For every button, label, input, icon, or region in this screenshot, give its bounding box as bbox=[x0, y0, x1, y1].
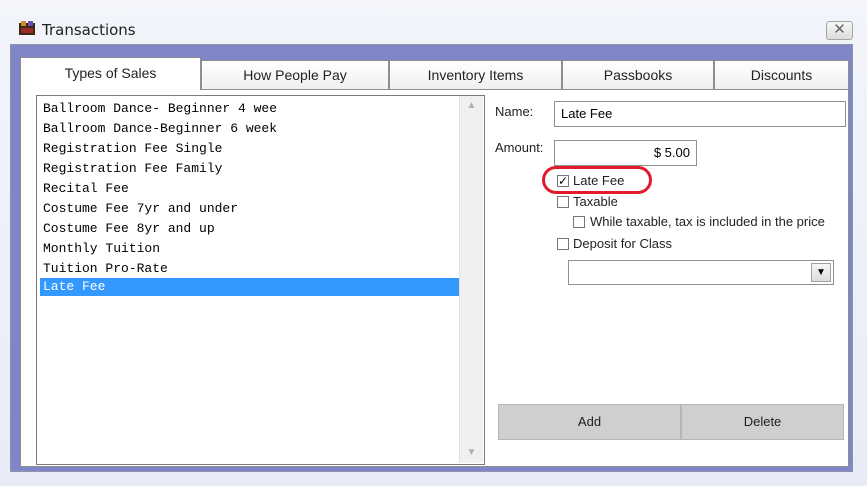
tab-types-of-sales[interactable]: Types of Sales bbox=[20, 57, 201, 90]
tab-inventory-items[interactable]: Inventory Items bbox=[389, 60, 562, 89]
list-item[interactable]: Monthly Tuition bbox=[40, 240, 460, 258]
film-reel-icon bbox=[19, 21, 35, 35]
scroll-down-icon[interactable]: ▼ bbox=[460, 443, 483, 463]
list-item[interactable]: Costume Fee 8yr and up bbox=[40, 220, 460, 238]
transactions-window: Transactions ✕ Types of Sales How People… bbox=[0, 0, 867, 486]
deposit-label: Deposit for Class bbox=[573, 236, 672, 251]
list-item[interactable]: Ballroom Dance-Beginner 6 week bbox=[40, 120, 460, 138]
list-item[interactable]: Costume Fee 7yr and under bbox=[40, 200, 460, 218]
sales-type-list[interactable]: Ballroom Dance- Beginner 4 wee Ballroom … bbox=[36, 95, 485, 465]
list-item-selected[interactable]: Late Fee bbox=[40, 278, 460, 296]
list-item[interactable]: Registration Fee Family bbox=[40, 160, 460, 178]
list-item[interactable]: Registration Fee Single bbox=[40, 140, 460, 158]
red-highlight-circle bbox=[542, 166, 652, 194]
class-dropdown[interactable]: ▼ bbox=[568, 260, 834, 285]
taxable-label: Taxable bbox=[573, 194, 618, 209]
delete-button[interactable]: Delete bbox=[681, 404, 844, 440]
deposit-checkbox[interactable] bbox=[557, 238, 569, 250]
name-label: Name: bbox=[495, 104, 534, 119]
tax-included-label: While taxable, tax is included in the pr… bbox=[590, 214, 825, 229]
add-button[interactable]: Add bbox=[498, 404, 681, 440]
chevron-down-icon[interactable]: ▼ bbox=[811, 263, 831, 282]
name-field[interactable]: Late Fee bbox=[554, 101, 846, 127]
tab-bar: Types of Sales How People Pay Inventory … bbox=[20, 57, 849, 90]
title-bar: Transactions ✕ bbox=[0, 0, 867, 40]
taxable-checkbox[interactable] bbox=[557, 196, 569, 208]
amount-field[interactable]: $ 5.00 bbox=[554, 140, 697, 166]
tab-discounts[interactable]: Discounts bbox=[714, 60, 849, 89]
tab-how-people-pay[interactable]: How People Pay bbox=[201, 60, 389, 89]
close-icon: ✕ bbox=[833, 21, 846, 38]
close-button[interactable]: ✕ bbox=[826, 21, 853, 40]
window-title: Transactions bbox=[42, 21, 136, 39]
list-item[interactable]: Tuition Pro-Rate bbox=[40, 260, 460, 278]
tax-included-checkbox[interactable] bbox=[573, 216, 585, 228]
amount-label: Amount: bbox=[495, 140, 544, 155]
list-item[interactable]: Ballroom Dance- Beginner 4 wee bbox=[40, 100, 460, 118]
list-scrollbar[interactable]: ▲ ▼ bbox=[459, 96, 483, 463]
tab-passbooks[interactable]: Passbooks bbox=[562, 60, 714, 89]
list-item[interactable]: Recital Fee bbox=[40, 180, 460, 198]
scroll-up-icon[interactable]: ▲ bbox=[460, 96, 483, 116]
